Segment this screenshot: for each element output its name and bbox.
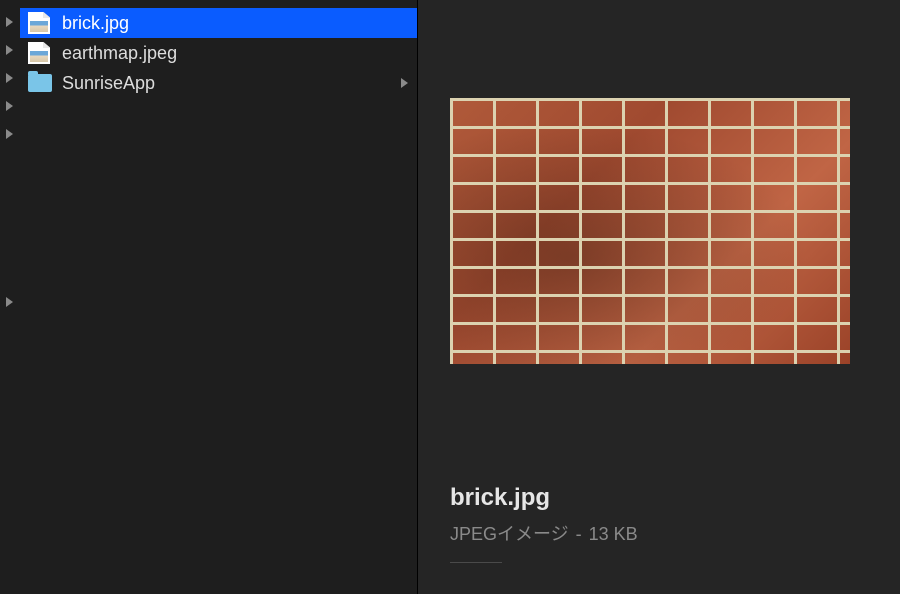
file-row-sunriseapp[interactable]: SunriseApp bbox=[20, 68, 417, 98]
preview-file-size: 13 KB bbox=[589, 524, 638, 544]
divider bbox=[450, 562, 502, 563]
separator: - bbox=[571, 524, 587, 544]
image-file-icon bbox=[28, 42, 50, 64]
preview-thumbnail[interactable] bbox=[450, 98, 850, 364]
chevron-right-icon[interactable] bbox=[0, 64, 20, 92]
brick-texture-image bbox=[450, 98, 850, 364]
chevron-right-icon[interactable] bbox=[0, 120, 20, 148]
preview-panel: brick.jpg JPEGイメージ - 13 KB bbox=[418, 0, 900, 594]
file-name-label: SunriseApp bbox=[62, 73, 401, 94]
image-file-icon bbox=[28, 12, 50, 34]
chevron-right-icon[interactable] bbox=[0, 36, 20, 64]
chevron-right-icon bbox=[401, 76, 409, 91]
parent-column-gutter bbox=[0, 0, 20, 594]
preview-filename: brick.jpg bbox=[450, 484, 868, 512]
preview-file-kind: JPEGイメージ bbox=[450, 524, 569, 544]
file-list-column: brick.jpg earthmap.jpeg SunriseApp bbox=[20, 0, 418, 594]
chevron-right-icon[interactable] bbox=[0, 92, 20, 120]
file-name-label: earthmap.jpeg bbox=[62, 43, 409, 64]
chevron-right-icon[interactable] bbox=[0, 288, 20, 316]
chevron-right-icon[interactable] bbox=[0, 8, 20, 36]
file-row-brick[interactable]: brick.jpg bbox=[20, 8, 417, 38]
file-name-label: brick.jpg bbox=[62, 13, 409, 34]
file-row-earthmap[interactable]: earthmap.jpeg bbox=[20, 38, 417, 68]
folder-icon bbox=[28, 72, 50, 94]
preview-file-info: JPEGイメージ - 13 KB bbox=[450, 520, 868, 546]
